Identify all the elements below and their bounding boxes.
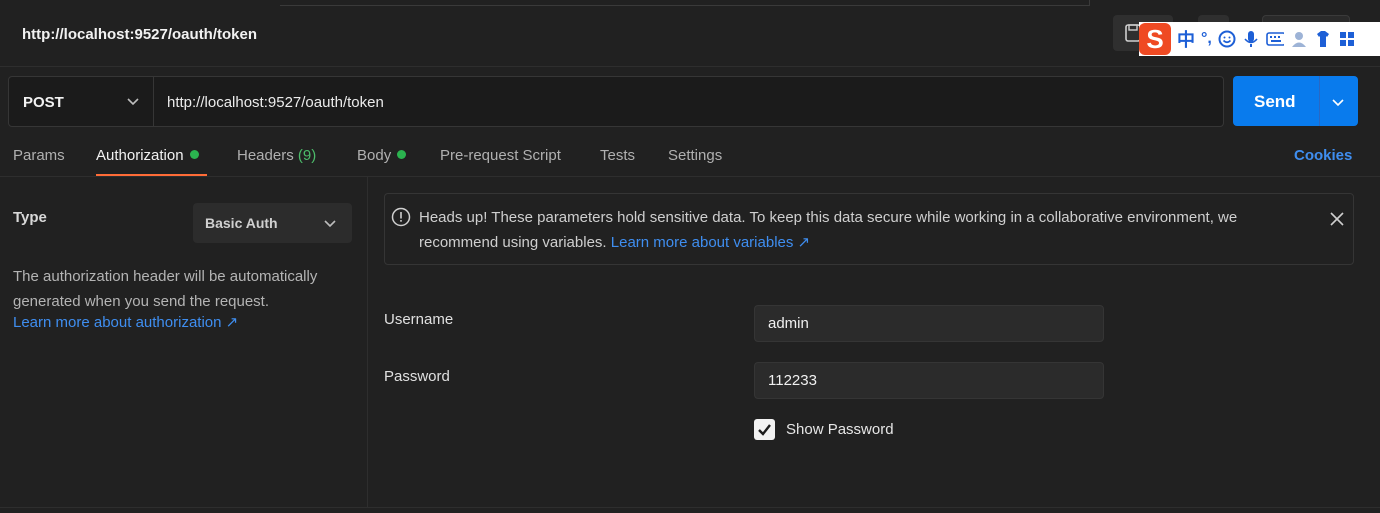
tab-pre-request-label: Pre-request Script <box>440 147 561 164</box>
send-label: Send <box>1254 92 1296 111</box>
url-bar: POST http://localhost:9527/oauth/token <box>8 76 1224 127</box>
user-icon[interactable] <box>1290 30 1308 48</box>
tab-headers[interactable]: Headers (9) <box>237 147 316 164</box>
tab-body-label: Body <box>357 147 392 164</box>
tab-settings-label: Settings <box>668 147 723 164</box>
show-password-checkbox[interactable] <box>754 419 775 440</box>
alert-text: Heads up! These parameters hold sensitiv… <box>419 209 1238 251</box>
username-label: Username <box>384 311 454 328</box>
send-options-chevron-icon[interactable] <box>1330 94 1346 110</box>
tab-authorization[interactable]: Authorization <box>96 147 199 164</box>
checkmark-icon <box>758 424 771 436</box>
method-label: POST <box>23 94 64 111</box>
learn-more-authorization-link[interactable]: Learn more about authorization ↗ <box>13 313 238 331</box>
password-field[interactable]: 112233 <box>754 362 1104 399</box>
bottom-divider <box>0 507 1380 508</box>
auth-type-select[interactable]: Basic Auth <box>193 203 352 243</box>
top-divider-tick <box>1089 0 1090 5</box>
auth-type-value: Basic Auth <box>205 215 278 231</box>
learn-more-variables-link[interactable]: Learn more about variables ↗ <box>611 234 810 251</box>
ime-toolbar[interactable]: S 中 °, <box>1139 22 1380 56</box>
tab-tests[interactable]: Tests <box>600 147 635 164</box>
ime-punct[interactable]: °, <box>1201 30 1212 48</box>
username-field[interactable]: admin <box>754 305 1104 342</box>
ime-mode[interactable]: 中 <box>1177 26 1195 52</box>
url-input[interactable]: http://localhost:9527/oauth/token <box>167 94 384 111</box>
status-dot <box>397 150 407 159</box>
password-label: Password <box>384 368 450 385</box>
microphone-icon[interactable] <box>1242 30 1260 48</box>
method-select[interactable]: POST <box>9 77 154 126</box>
request-tabs: Params Authorization Headers (9) Body Pr… <box>0 140 1380 177</box>
username-value: admin <box>768 315 809 332</box>
cookies-link[interactable]: Cookies <box>1294 147 1352 164</box>
headers-count: (9) <box>297 147 317 164</box>
auth-type-pane: Type Basic Auth The authorization header… <box>0 177 368 507</box>
sensitive-data-alert: Heads up! These parameters hold sensitiv… <box>384 193 1354 265</box>
show-password-label[interactable]: Show Password <box>786 421 894 438</box>
chevron-down-icon <box>127 98 139 106</box>
sogou-logo: S <box>1139 23 1171 55</box>
status-dot <box>189 150 199 159</box>
auth-description: The authorization header will be automat… <box>13 268 318 310</box>
alert-message: Heads up! These parameters hold sensitiv… <box>419 205 1319 255</box>
send-button[interactable]: Send <box>1233 76 1358 126</box>
keyboard-icon[interactable] <box>1266 30 1284 48</box>
active-tab-indicator <box>96 174 207 176</box>
emoji-icon[interactable] <box>1218 30 1236 48</box>
tab-headers-label: Headers <box>237 147 294 164</box>
skin-icon[interactable] <box>1314 30 1332 48</box>
grid-icon[interactable] <box>1338 30 1356 48</box>
tab-params[interactable]: Params <box>13 147 65 164</box>
tab-tests-label: Tests <box>600 147 636 164</box>
tab-body[interactable]: Body <box>357 147 407 164</box>
send-divider <box>1319 76 1320 126</box>
chevron-down-icon <box>324 220 336 228</box>
tab-params-label: Params <box>13 147 65 164</box>
info-icon <box>391 207 411 227</box>
tab-authorization-label: Authorization <box>96 147 184 164</box>
request-title: http://localhost:9527/oauth/token <box>22 26 258 43</box>
close-icon[interactable] <box>1329 211 1345 227</box>
type-label: Type <box>13 209 47 226</box>
password-value: 112233 <box>768 372 817 389</box>
tab-settings[interactable]: Settings <box>668 147 722 164</box>
tab-pre-request-script[interactable]: Pre-request Script <box>440 147 561 164</box>
